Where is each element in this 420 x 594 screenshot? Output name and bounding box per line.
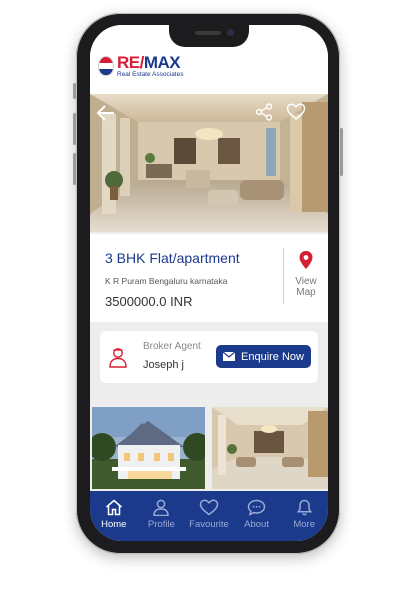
bottom-tab-bar: Home Profile Favourite About More xyxy=(90,491,328,541)
property-info-card: 3 BHK Flat/apartment K R Puram Bengaluru… xyxy=(90,234,328,322)
tab-home[interactable]: Home xyxy=(90,491,138,541)
property-thumbnail-interior[interactable] xyxy=(212,407,328,489)
divider xyxy=(283,248,284,304)
view-map-label: View Map xyxy=(295,276,317,298)
mail-icon xyxy=(223,352,235,361)
user-icon xyxy=(153,499,170,516)
phone-notch xyxy=(169,25,249,47)
volume-up-button xyxy=(73,113,76,145)
agent-card: Broker Agent Joseph j Enquire Now xyxy=(100,331,318,383)
remax-logo: RE/MAX Real Estate Associates xyxy=(98,54,183,79)
interior-photo xyxy=(212,407,328,489)
app-screen: RE/MAX Real Estate Associates 3 BHK Flat… xyxy=(90,25,328,541)
heart-outline-icon[interactable] xyxy=(286,103,306,121)
back-arrow-icon[interactable] xyxy=(96,103,116,123)
home-icon xyxy=(105,499,122,516)
mute-switch xyxy=(73,83,76,99)
tab-favourite[interactable]: Favourite xyxy=(185,491,233,541)
enquire-now-button[interactable]: Enquire Now xyxy=(216,345,311,368)
enquire-now-label: Enquire Now xyxy=(241,350,304,363)
logo-text-red: RE/ xyxy=(117,53,144,72)
property-thumbnail-house[interactable] xyxy=(92,407,205,489)
logo-tagline: Real Estate Associates xyxy=(117,71,184,78)
power-button xyxy=(340,128,343,176)
property-hero-image[interactable] xyxy=(90,94,328,232)
agent-name: Joseph j xyxy=(143,359,184,371)
bell-icon xyxy=(296,499,312,516)
tab-about[interactable]: About xyxy=(233,491,281,541)
logo-text-blue: MAX xyxy=(143,53,181,72)
tab-favourite-label: Favourite xyxy=(189,519,229,530)
property-location: K R Puram Bengaluru karnataka xyxy=(105,276,228,286)
volume-down-button xyxy=(73,153,76,185)
tab-profile[interactable]: Profile xyxy=(138,491,186,541)
front-camera xyxy=(227,29,234,36)
chat-icon xyxy=(247,499,266,516)
map-pin-icon xyxy=(299,251,313,269)
tab-more-label: More xyxy=(293,519,315,530)
heart-icon xyxy=(199,499,219,516)
share-icon[interactable] xyxy=(255,103,273,121)
property-title: 3 BHK Flat/apartment xyxy=(105,250,240,266)
agent-avatar-icon xyxy=(109,348,127,368)
tab-home-label: Home xyxy=(101,519,127,530)
tab-more[interactable]: More xyxy=(280,491,328,541)
speaker-grille xyxy=(195,31,221,35)
house-photo xyxy=(92,407,205,489)
property-price: 3500000.0 INR xyxy=(105,294,193,309)
agent-role-label: Broker Agent xyxy=(143,341,201,352)
tab-about-label: About xyxy=(244,519,269,530)
tab-profile-label: Profile xyxy=(147,519,175,530)
view-map-button[interactable]: View Map xyxy=(287,251,325,298)
balloon-logo-icon xyxy=(98,56,114,77)
